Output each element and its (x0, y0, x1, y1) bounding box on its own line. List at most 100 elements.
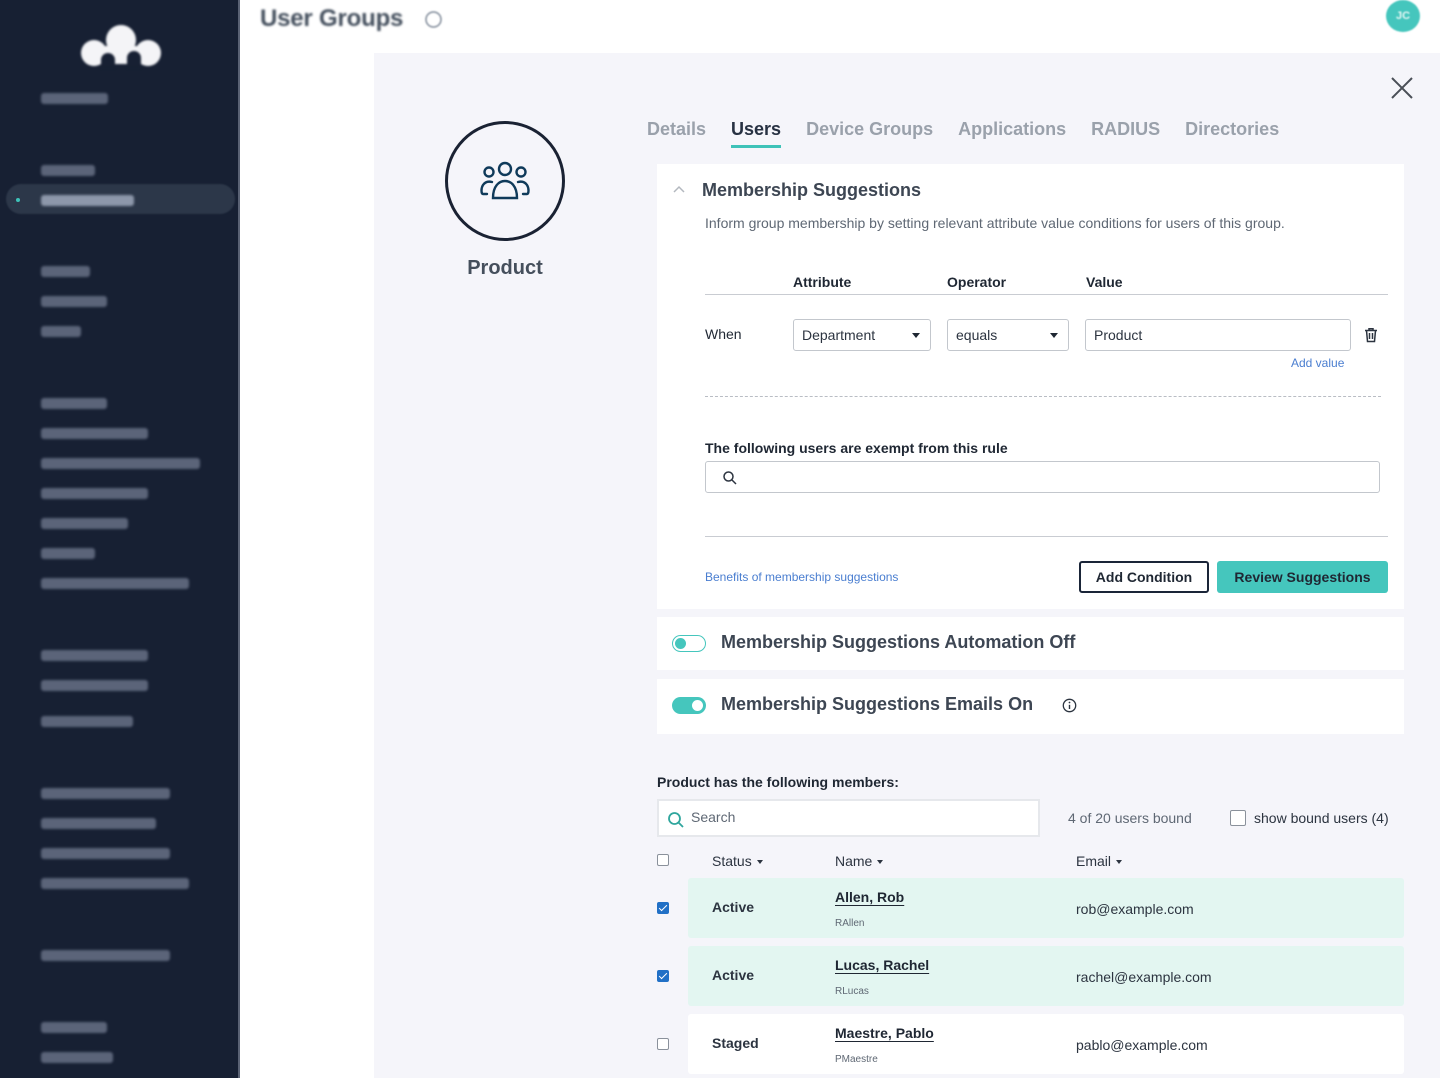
close-icon[interactable] (1389, 75, 1415, 101)
sidebar-item[interactable] (41, 716, 133, 727)
emails-toggle[interactable] (672, 697, 706, 714)
sidebar-item[interactable] (41, 458, 200, 469)
sidebar-item[interactable] (41, 398, 107, 409)
tab-device-groups[interactable]: Device Groups (806, 119, 933, 148)
row-status: Staged (712, 1035, 759, 1051)
sidebar-item-user-groups[interactable] (41, 195, 134, 206)
bound-count: 4 of 20 users bound (1068, 810, 1192, 826)
tab-radius[interactable]: RADIUS (1091, 119, 1160, 148)
chevron-up-icon[interactable] (673, 184, 685, 196)
automation-toggle-label: Membership Suggestions Automation Off (721, 632, 1076, 652)
column-header-name-label: Name (835, 853, 873, 869)
members-search-input[interactable] (691, 809, 1021, 825)
divider (705, 536, 1388, 537)
operator-select-value: equals (956, 327, 998, 343)
row-name-link[interactable]: Maestre, Pablo (835, 1025, 934, 1041)
tab-bar: Details Users Device Groups Applications… (647, 119, 1279, 148)
sidebar-item[interactable] (41, 788, 170, 799)
row-status: Active (712, 967, 755, 983)
sidebar-item[interactable] (41, 326, 81, 337)
sidebar-item[interactable] (41, 878, 189, 889)
members-search[interactable] (657, 799, 1040, 837)
select-all-checkbox[interactable] (657, 854, 669, 866)
table-row[interactable]: Active Allen, Rob RAllen rob@example.com (688, 878, 1404, 938)
sidebar-item[interactable] (41, 428, 148, 439)
sidebar (0, 0, 240, 1078)
toggle-knob (675, 638, 686, 649)
sidebar-item[interactable] (41, 1022, 107, 1033)
row-checkbox[interactable] (657, 970, 669, 982)
column-header-value: Value (1086, 274, 1123, 290)
row-checkbox[interactable] (657, 902, 669, 914)
info-icon[interactable] (1062, 698, 1077, 713)
tab-details[interactable]: Details (647, 119, 706, 148)
sidebar-item[interactable] (41, 650, 148, 661)
column-header-status[interactable]: Status (712, 853, 763, 869)
sort-caret-icon (1116, 860, 1123, 865)
row-email: pablo@example.com (1076, 1037, 1208, 1053)
add-condition-button[interactable]: Add Condition (1079, 561, 1209, 593)
info-icon[interactable] (425, 11, 442, 28)
sidebar-item[interactable] (41, 518, 128, 529)
users-group-icon (480, 161, 530, 200)
row-name-link[interactable]: Lucas, Rachel (835, 957, 929, 973)
section-description: Inform group membership by setting relev… (705, 215, 1285, 231)
add-value-link[interactable]: Add value (1291, 356, 1344, 370)
group-name: Product (467, 257, 543, 279)
group-avatar (445, 121, 565, 241)
operator-select[interactable]: equals (947, 319, 1069, 351)
sidebar-item[interactable] (41, 818, 156, 829)
table-row[interactable]: Active Lucas, Rachel RLucas rachel@examp… (688, 946, 1404, 1006)
sidebar-item[interactable] (41, 950, 170, 961)
section-title: Membership Suggestions (702, 180, 922, 200)
members-title: Product has the following members: (657, 774, 899, 790)
show-bound-checkbox[interactable] (1230, 810, 1246, 826)
sidebar-item[interactable] (41, 1052, 113, 1063)
sidebar-item[interactable] (41, 680, 148, 691)
row-email: rachel@example.com (1076, 969, 1212, 985)
column-header-name[interactable]: Name (835, 853, 884, 869)
sidebar-item[interactable] (41, 848, 170, 859)
value-input[interactable]: Product (1085, 319, 1351, 351)
exempt-search-input[interactable] (705, 461, 1380, 493)
tab-users[interactable]: Users (731, 119, 782, 148)
row-username: RAllen (835, 918, 865, 929)
sidebar-item[interactable] (41, 548, 95, 559)
toggle-knob (692, 700, 703, 711)
column-header-operator: Operator (947, 274, 1007, 290)
column-header-email[interactable]: Email (1076, 853, 1123, 869)
sidebar-item[interactable] (41, 296, 107, 307)
tab-applications[interactable]: Applications (958, 119, 1066, 148)
table-row[interactable]: Staged Maestre, Pablo PMaestre pablo@exa… (688, 1014, 1404, 1074)
logo-icon[interactable] (78, 22, 164, 68)
row-email: rob@example.com (1076, 901, 1194, 917)
sidebar-item[interactable] (41, 488, 148, 499)
sort-caret-icon (877, 860, 884, 865)
divider (705, 294, 1388, 295)
value-input-text: Product (1094, 327, 1143, 343)
tab-directories[interactable]: Directories (1185, 119, 1279, 148)
search-icon (668, 812, 684, 828)
page-title: User Groups (260, 5, 404, 32)
sidebar-item[interactable] (41, 578, 189, 589)
row-status: Active (712, 899, 755, 915)
sidebar-item[interactable] (41, 266, 90, 277)
automation-toggle-card: Membership Suggestions Automation Off (657, 617, 1404, 670)
benefits-link[interactable]: Benefits of membership suggestions (705, 570, 898, 584)
row-checkbox[interactable] (657, 1038, 669, 1050)
review-suggestions-button[interactable]: Review Suggestions (1217, 561, 1388, 593)
dashed-divider (705, 396, 1381, 397)
caret-down-icon (912, 333, 920, 338)
active-indicator-icon (16, 198, 20, 202)
search-icon (723, 471, 737, 485)
trash-icon[interactable] (1363, 327, 1379, 343)
membership-suggestions-card: Membership Suggestions Inform group memb… (657, 164, 1404, 609)
row-username: RLucas (835, 986, 869, 997)
row-name-link[interactable]: Allen, Rob (835, 889, 904, 905)
show-bound-label[interactable]: show bound users (4) (1254, 810, 1389, 826)
sidebar-item[interactable] (41, 93, 108, 104)
attribute-select[interactable]: Department (793, 319, 931, 351)
automation-toggle[interactable] (672, 635, 706, 652)
sidebar-item[interactable] (41, 165, 95, 176)
avatar[interactable]: JC (1386, 0, 1420, 32)
